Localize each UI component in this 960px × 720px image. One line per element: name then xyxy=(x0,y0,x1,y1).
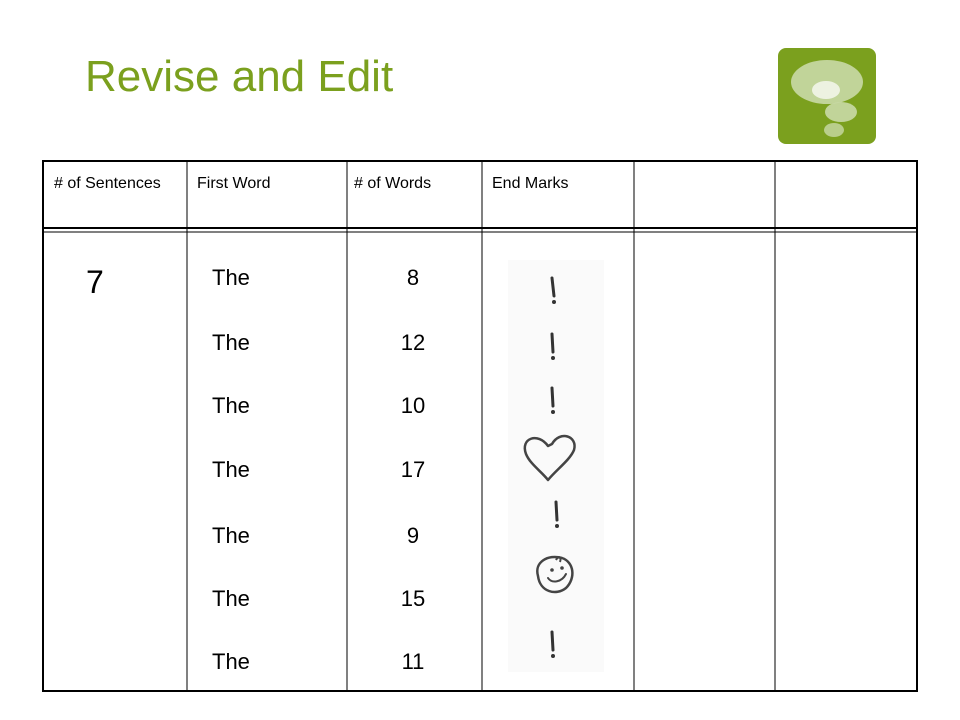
word-count-cell: 15 xyxy=(400,586,426,611)
question-bubble-icon xyxy=(778,48,876,144)
slide-title: Revise and Edit xyxy=(85,52,394,101)
word-count-cell: 17 xyxy=(400,457,426,482)
exclamation-mark-icon xyxy=(550,276,556,304)
header-sentences: # of Sentences xyxy=(54,175,161,192)
first-word-cell: The xyxy=(212,586,250,611)
exclamation-mark-icon xyxy=(550,386,555,414)
table-grid xyxy=(42,160,918,692)
first-word-cell: The xyxy=(212,393,250,418)
exclamation-mark-icon xyxy=(550,332,555,360)
header-first-word: First Word xyxy=(197,175,271,192)
header-word-count: # of Words xyxy=(354,175,432,192)
exclamation-mark-icon xyxy=(550,630,555,658)
word-count-cell: 8 xyxy=(406,265,420,290)
word-count-cell: 12 xyxy=(400,330,426,355)
word-count-cell: 9 xyxy=(406,523,420,548)
end-marks-column xyxy=(508,260,604,672)
first-word-cell: The xyxy=(212,457,250,482)
word-count-cell: 10 xyxy=(400,393,426,418)
analysis-table: # of Sentences First Word # of Words End… xyxy=(42,160,918,692)
header-end-marks: End Marks xyxy=(492,175,569,192)
word-count-cell: 11 xyxy=(401,649,425,674)
exclamation-mark-icon xyxy=(554,500,559,528)
smiley-face-icon xyxy=(536,555,574,594)
first-word-cell: The xyxy=(212,649,250,674)
first-word-cell: The xyxy=(212,330,250,355)
first-word-cell: The xyxy=(212,265,250,290)
sentence-count: 7 xyxy=(86,264,104,300)
heart-icon xyxy=(523,434,576,482)
first-word-cell: The xyxy=(212,523,250,548)
